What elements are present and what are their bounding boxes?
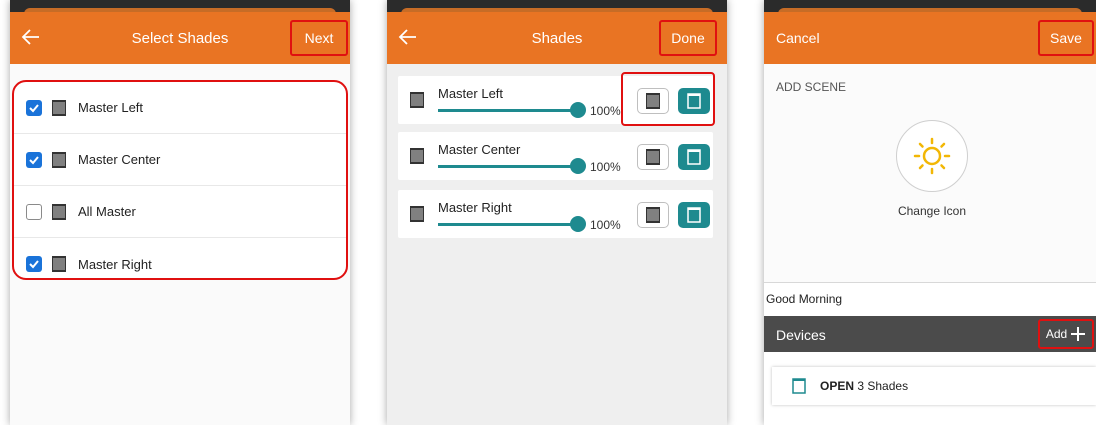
shade-row: Master Right 100%: [398, 190, 713, 238]
device-item[interactable]: OPEN 3 Shades: [772, 367, 1096, 405]
add-label: Add: [1045, 327, 1068, 341]
shade-closed-icon: [52, 256, 66, 272]
sun-icon: [913, 137, 951, 175]
device-count: 3 Shades: [857, 379, 909, 393]
change-icon-link[interactable]: Change Icon: [764, 204, 1096, 218]
list-item[interactable]: Master Left: [14, 82, 346, 134]
shade-closed-icon: [52, 99, 66, 116]
device-state: OPEN: [820, 379, 855, 393]
slider-track[interactable]: [438, 223, 578, 226]
shade-closed-icon: [646, 149, 660, 165]
shade-row: Master Center 100%: [398, 132, 713, 180]
devices-label: Devices: [776, 327, 826, 343]
header: Cancel Save: [764, 12, 1096, 64]
slider-thumb[interactable]: [570, 158, 586, 174]
header: Select Shades Next: [10, 12, 350, 64]
next-button[interactable]: Next: [290, 20, 348, 56]
done-button[interactable]: Done: [659, 20, 717, 56]
checkmark-icon: [29, 103, 39, 112]
shade-open-icon: [792, 378, 806, 394]
close-shade-button[interactable]: [637, 144, 669, 170]
shade-closed-icon: [646, 207, 660, 223]
checkbox-unchecked[interactable]: [26, 203, 42, 220]
checkbox-checked[interactable]: [26, 256, 42, 272]
slider-thumb[interactable]: [570, 102, 586, 118]
shade-list: Master Left Master Center All Master Mas…: [12, 80, 348, 280]
shade-name: Master Left: [438, 86, 504, 101]
devices-header: Devices Add: [764, 316, 1096, 352]
percent-label: 100%: [590, 218, 621, 232]
slider-thumb[interactable]: [570, 216, 586, 232]
checkbox-checked[interactable]: [26, 151, 42, 168]
status-bar: [764, 0, 1096, 22]
slider-track[interactable]: [438, 109, 578, 112]
shade-closed-icon: [52, 203, 66, 220]
device-summary: OPEN 3 Shades: [820, 379, 908, 393]
list-item[interactable]: All Master: [14, 186, 346, 238]
percent-label: 100%: [590, 104, 621, 118]
shade-closed-icon: [410, 206, 424, 222]
shade-closed-icon: [410, 92, 424, 108]
add-device-button[interactable]: Add: [1038, 319, 1094, 349]
shades-screen: Shades Done Master Left 100% Master Cent…: [387, 0, 727, 425]
slider-track[interactable]: [438, 165, 578, 168]
open-shade-button[interactable]: [678, 202, 710, 228]
status-bar: [387, 0, 727, 22]
shade-closed-icon: [410, 148, 424, 164]
save-button[interactable]: Save: [1038, 20, 1094, 56]
shade-closed-icon: [52, 151, 66, 168]
open-shade-button[interactable]: [678, 144, 710, 170]
list-item-label: All Master: [78, 204, 136, 219]
checkmark-icon: [29, 260, 39, 269]
scene-name-field[interactable]: Good Morning: [766, 292, 842, 306]
shade-name: Master Center: [438, 142, 521, 157]
add-scene-screen: Cancel Save ADD SCENE Change Icon Good M…: [764, 0, 1096, 425]
shade-open-icon: [687, 207, 701, 223]
checkmark-icon: [29, 155, 39, 164]
section-label: ADD SCENE: [776, 80, 847, 94]
list-item-label: Master Left: [78, 100, 144, 115]
header: Shades Done: [387, 12, 727, 64]
checkbox-checked[interactable]: [26, 99, 42, 116]
select-shades-screen: Select Shades Next Master Left Master Ce…: [10, 0, 350, 425]
list-item-label: Master Center: [78, 152, 161, 167]
shade-open-icon: [687, 149, 701, 165]
scene-icon-button[interactable]: [896, 120, 968, 192]
list-item[interactable]: Master Center: [14, 134, 346, 186]
list-item[interactable]: Master Right: [14, 238, 346, 278]
highlight-box: [621, 72, 715, 126]
close-shade-button[interactable]: [637, 202, 669, 228]
cancel-button[interactable]: Cancel: [776, 20, 836, 56]
plus-icon: [1071, 327, 1086, 341]
shade-name: Master Right: [438, 200, 512, 215]
list-item-label: Master Right: [78, 256, 152, 272]
status-bar: [10, 0, 350, 22]
percent-label: 100%: [590, 160, 621, 174]
